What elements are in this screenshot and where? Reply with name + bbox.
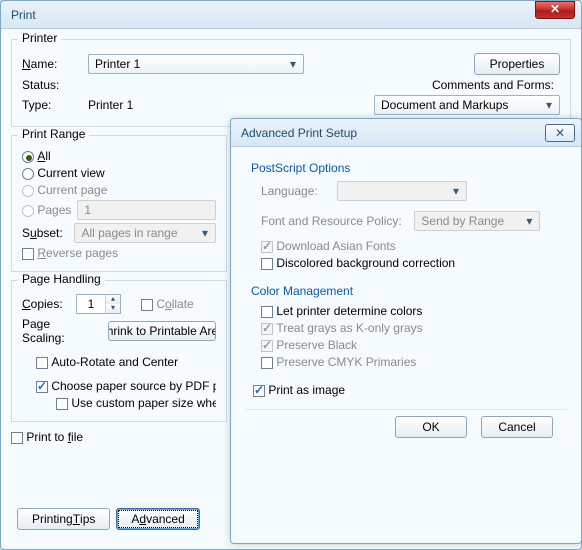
type-label: Type: bbox=[22, 98, 82, 112]
policy-label: Font and Resource Policy: bbox=[261, 214, 402, 228]
comments-combo[interactable]: Document and Markups ▾ bbox=[374, 95, 560, 115]
printer-name-combo[interactable]: Printer 1 ▾ bbox=[88, 54, 304, 74]
print-titlebar: Print ✕ bbox=[1, 1, 581, 29]
check-collate bbox=[141, 297, 153, 311]
advanced-button[interactable]: Advanced bbox=[116, 508, 199, 530]
subset-label: Subset: bbox=[22, 226, 68, 240]
copies-spinner[interactable]: ▴▾ bbox=[76, 294, 121, 314]
color-heading: Color Management bbox=[251, 284, 561, 298]
adv-titlebar: Advanced Print Setup ✕ bbox=[231, 119, 581, 147]
chevron-down-icon: ▾ bbox=[541, 98, 557, 112]
scaling-label: Page Scaling: bbox=[22, 317, 95, 345]
radio-pages bbox=[22, 203, 34, 217]
pages-input: 1 bbox=[77, 200, 216, 220]
radio-all[interactable] bbox=[22, 149, 34, 163]
policy-combo: Send by Range ▾ bbox=[414, 211, 540, 231]
print-title: Print bbox=[11, 8, 535, 22]
language-combo: ▾ bbox=[337, 181, 467, 201]
check-print-to-file[interactable] bbox=[11, 430, 23, 444]
adv-title: Advanced Print Setup bbox=[241, 126, 545, 140]
close-icon[interactable]: ✕ bbox=[535, 1, 575, 19]
chevron-down-icon: ▾ bbox=[521, 214, 537, 228]
comments-value: Document and Markups bbox=[381, 98, 508, 112]
scaling-combo[interactable]: Shrink to Printable Area bbox=[108, 321, 216, 341]
check-discolored[interactable] bbox=[261, 256, 273, 270]
spin-down-icon[interactable]: ▾ bbox=[106, 304, 120, 313]
chevron-down-icon: ▾ bbox=[285, 57, 301, 71]
check-reverse-pages[interactable] bbox=[22, 246, 34, 260]
name-label: Name: bbox=[22, 57, 82, 71]
chevron-down-icon: ▾ bbox=[448, 184, 464, 198]
radio-current-view[interactable] bbox=[22, 166, 34, 180]
status-label: Status: bbox=[22, 78, 82, 92]
check-preserve-black bbox=[261, 338, 273, 352]
print-range-group: Print Range All Current view Current pag… bbox=[11, 135, 227, 272]
check-let-printer[interactable] bbox=[261, 304, 273, 318]
advanced-print-setup-dialog: Advanced Print Setup ✕ PostScript Option… bbox=[230, 118, 582, 544]
type-value: Printer 1 bbox=[88, 98, 133, 112]
check-download-asian bbox=[261, 239, 273, 253]
language-label: Language: bbox=[261, 184, 331, 198]
properties-button[interactable]: Properties bbox=[474, 53, 560, 75]
printer-legend: Printer bbox=[18, 31, 61, 45]
comments-label: Comments and Forms: bbox=[432, 78, 554, 92]
check-auto-rotate[interactable] bbox=[36, 355, 48, 369]
check-treat-grays bbox=[261, 321, 273, 335]
postscript-heading: PostScript Options bbox=[251, 161, 561, 175]
subset-combo: All pages in range ▾ bbox=[74, 223, 216, 243]
printer-name-value: Printer 1 bbox=[95, 57, 140, 71]
check-print-as-image[interactable] bbox=[253, 383, 265, 397]
range-legend: Print Range bbox=[18, 127, 89, 141]
check-preserve-cmyk[interactable] bbox=[261, 355, 273, 369]
handling-legend: Page Handling bbox=[18, 272, 105, 286]
cancel-button[interactable]: Cancel bbox=[481, 416, 553, 438]
radio-current-page bbox=[22, 183, 34, 197]
check-choose-paper[interactable] bbox=[36, 379, 48, 393]
copies-label: Copies: bbox=[22, 297, 70, 311]
copies-input[interactable] bbox=[77, 295, 105, 313]
close-icon[interactable]: ✕ bbox=[545, 124, 575, 142]
ok-button[interactable]: OK bbox=[395, 416, 467, 438]
page-handling-group: Page Handling Copies: ▴▾ Collate Page Sc… bbox=[11, 280, 227, 422]
printer-group: Printer Name: Printer 1 ▾ Properties Sta… bbox=[11, 39, 571, 127]
chevron-down-icon: ▾ bbox=[197, 226, 213, 240]
printing-tips-button[interactable]: Printing Tips bbox=[17, 508, 110, 530]
check-custom-paper[interactable] bbox=[56, 396, 68, 410]
